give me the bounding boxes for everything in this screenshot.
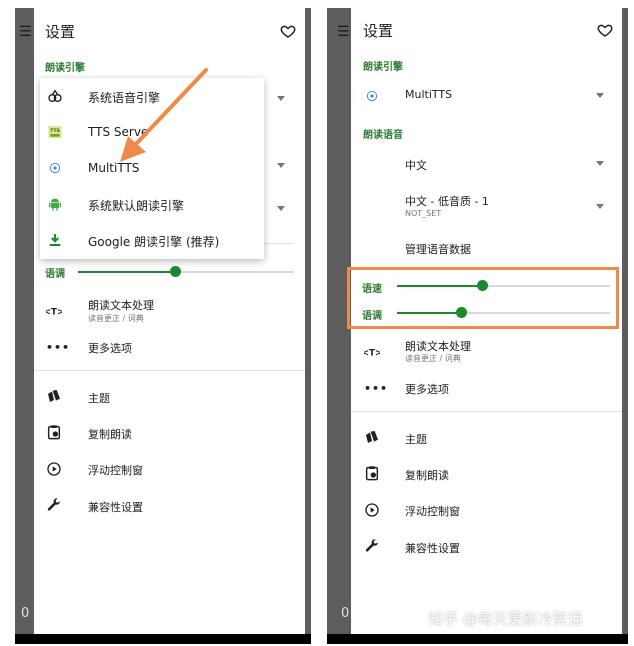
engine-select[interactable]: MultiTTS [405,88,452,101]
multitts-icon [366,90,378,102]
chevron-down-icon[interactable] [277,163,285,168]
page-title: 设置 [45,23,76,41]
more-options-icon: ••• [46,341,71,354]
svg-text:TTS: TTS [50,128,60,134]
more-options-icon: ••• [364,382,389,395]
menu-item-multitts[interactable]: MultiTTS [40,150,264,186]
menu-item-system-default[interactable]: 系统默认朗读引擎 [40,186,264,222]
section-voice: 朗读语音 [363,130,403,141]
play-circle-icon [47,462,61,476]
play-circle-icon [365,503,379,517]
page-title: 设置 [363,22,394,40]
pitch-slider-fill [78,271,176,273]
engine-dropdown-menu: 系统语音引擎 TTS TTS Serve MultiTTS 系统默认朗读引擎 G… [40,78,264,259]
pitch-slider-thumb[interactable] [170,266,182,277]
menu-item-google[interactable]: Google 朗读引擎 (推荐) [40,222,264,258]
background-text: 0 [341,606,350,621]
menu-item-label: 系统语音引擎 [88,91,161,105]
navigation-bar [327,634,628,644]
theme-label[interactable]: 主题 [405,431,427,447]
chevron-down-icon[interactable] [596,93,604,98]
divider [34,370,305,371]
slider-highlight-box [347,267,619,329]
watermark-text: 知乎 @每天更新冷笑话 [428,610,583,628]
copy-read-label[interactable]: 复制朗读 [405,467,449,483]
menu-item-label: 系统默认朗读引擎 [88,199,185,213]
text-processing-label[interactable]: 朗读文本处理 [88,297,154,313]
text-processing-sub: 读音更正 / 词典 [405,354,461,363]
more-options-label[interactable]: 更多选项 [88,340,132,356]
more-options-label[interactable]: 更多选项 [405,381,449,397]
multitts-icon [49,162,61,174]
menu-item-system-voice[interactable]: 系统语音引擎 [40,78,264,114]
divider [351,411,622,412]
heart-icon[interactable] [597,22,613,38]
language-select[interactable]: 中文 [405,157,427,173]
navigation-bar [15,634,311,644]
tts-server-icon: TTS [48,126,62,138]
menu-item-label: TTS Serve [88,125,149,139]
section-engine: 朗读引擎 [363,62,403,73]
heart-icon[interactable] [280,23,296,39]
text-processing-icon: <T> [364,348,380,358]
chevron-down-icon[interactable] [596,161,604,166]
section-engine: 朗读引擎 [45,63,85,74]
text-processing-sub: 读音更正 / 词典 [88,314,144,323]
manage-voice-data[interactable]: 管理语音数据 [405,241,471,257]
theme-icon [48,390,60,402]
voice-engine-icon [48,89,62,102]
pitch-label: 语调 [45,269,65,280]
menu-item-tts-server[interactable]: TTS TTS Serve [40,114,264,150]
voice-sub: NOT_SET [405,209,442,218]
compat-label[interactable]: 兼容性设置 [88,499,143,515]
compat-label[interactable]: 兼容性设置 [405,540,460,556]
wrench-icon [47,498,61,511]
android-icon [49,198,61,211]
chevron-down-icon[interactable] [596,204,604,209]
text-processing-label[interactable]: 朗读文本处理 [405,338,471,354]
float-control-label[interactable]: 浮动控制窗 [405,503,460,519]
float-control-label[interactable]: 浮动控制窗 [88,462,143,478]
menu-icon[interactable]: ☰ [337,24,350,40]
pitch-slider[interactable] [78,266,294,277]
clipboard-icon [365,466,379,481]
theme-label[interactable]: 主题 [88,390,110,406]
menu-item-label: MultiTTS [88,161,140,175]
voice-select[interactable]: 中文 - 低音质 - 1 [405,193,489,209]
svg-text:<T>: <T> [46,307,62,317]
svg-text:<T>: <T> [364,348,380,358]
divider [264,243,294,244]
clipboard-icon [47,425,61,440]
download-icon [49,234,61,246]
menu-icon[interactable]: ☰ [19,24,32,40]
chevron-down-icon[interactable] [277,206,285,211]
background-text: 0 [21,606,30,621]
copy-read-label[interactable]: 复制朗读 [88,426,132,442]
text-processing-icon: <T> [46,307,62,317]
menu-item-label: Google 朗读引擎 (推荐) [88,235,220,249]
wrench-icon [365,539,379,552]
chevron-down-icon[interactable] [277,96,285,101]
theme-icon [366,431,378,443]
